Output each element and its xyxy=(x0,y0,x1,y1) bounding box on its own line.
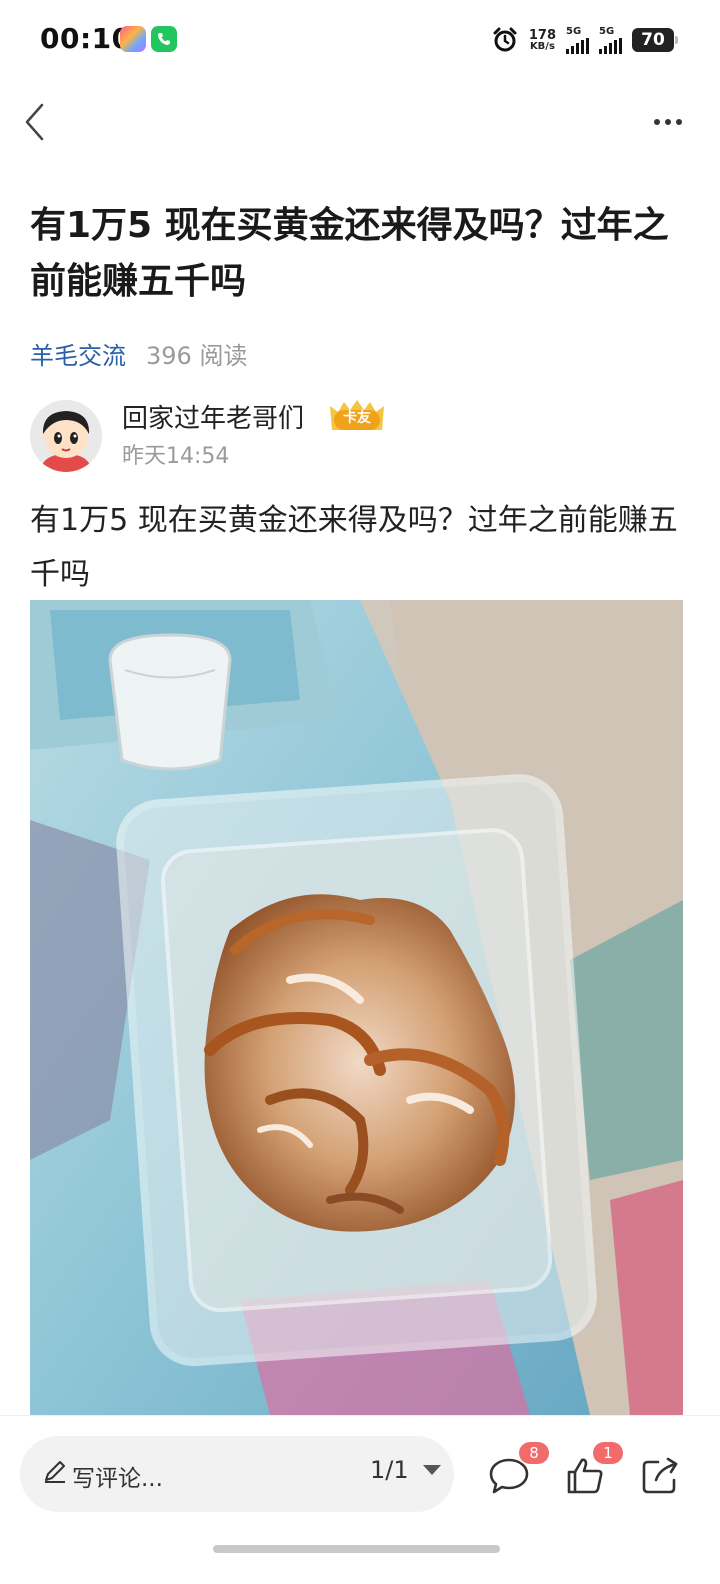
app-notification-icon xyxy=(120,26,146,52)
pen-icon xyxy=(45,1461,65,1483)
caret-down-icon xyxy=(422,1465,441,1475)
post-time: 昨天14:54 xyxy=(122,444,230,469)
network-speed-unit: KB/s xyxy=(529,40,555,52)
read-count: 396 阅读 xyxy=(146,342,248,370)
signal-bars-icon xyxy=(599,37,622,54)
comment-placeholder: 写评论... xyxy=(72,1466,163,1492)
more-options-button[interactable] xyxy=(646,104,690,140)
phone-notification-icon xyxy=(151,26,177,52)
more-dot-icon xyxy=(654,119,660,125)
more-dot-icon xyxy=(665,119,671,125)
post-meta: 羊毛交流 396 阅读 xyxy=(30,336,247,371)
signal-2-label: 5G xyxy=(599,25,615,37)
status-time: 00:10 xyxy=(40,22,132,55)
share-icon xyxy=(642,1457,678,1494)
signal-indicator-2: 5G xyxy=(599,25,622,54)
like-count-badge: 1 xyxy=(593,1442,623,1464)
network-speed: 178 KB/s xyxy=(529,29,556,52)
home-indicator[interactable] xyxy=(213,1545,500,1553)
page-selector[interactable]: 1/1 xyxy=(370,1456,441,1484)
signal-1-label: 5G xyxy=(566,25,582,37)
user-level-badge: 卡友 xyxy=(326,400,388,434)
post-title: 有1万5 现在买黄金还来得及吗？过年之前能赚五千吗 xyxy=(30,205,669,302)
share-button[interactable] xyxy=(638,1454,682,1498)
post-body: 有1万5 现在买黄金还来得及吗？过年之前能赚五千吗 xyxy=(30,503,678,592)
signal-bars-icon xyxy=(566,37,589,54)
chevron-left-icon xyxy=(25,103,44,141)
author-name[interactable]: 回家过年老哥们 xyxy=(122,398,304,435)
status-bar: 00:10 178 KB/s 5G 5G 70 xyxy=(0,0,720,80)
back-button[interactable] xyxy=(14,98,54,146)
signal-indicator-1: 5G xyxy=(566,25,589,54)
section-link[interactable]: 羊毛交流 xyxy=(30,336,126,371)
post-image[interactable] xyxy=(30,600,683,1415)
battery-indicator: 70 xyxy=(632,28,678,52)
network-speed-value: 178 xyxy=(528,27,556,43)
page-indicator: 1/1 xyxy=(370,1456,409,1484)
comment-count-badge: 8 xyxy=(519,1442,549,1464)
alarm-icon xyxy=(491,26,519,54)
badge-label: 卡友 xyxy=(343,410,371,426)
bottom-action-bar: 写评论... 1/1 8 1 xyxy=(0,1415,720,1584)
author-avatar[interactable] xyxy=(30,400,102,472)
more-dot-icon xyxy=(676,119,682,125)
